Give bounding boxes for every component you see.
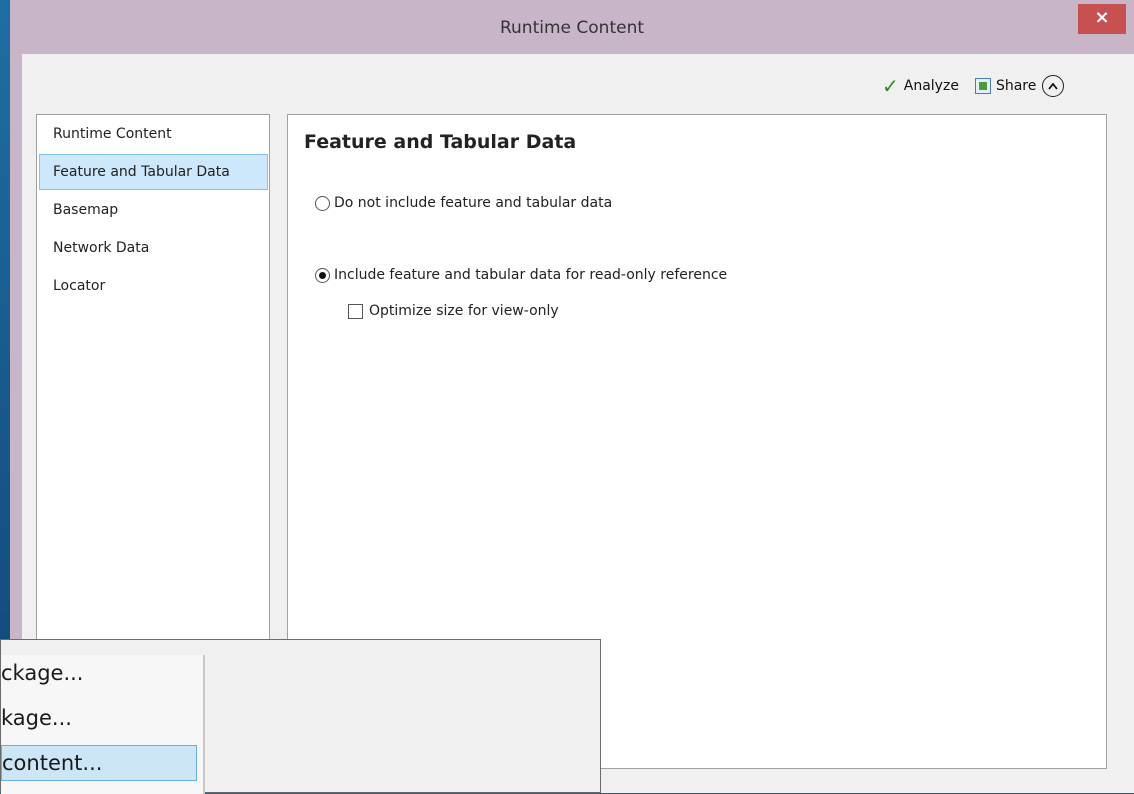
chevron-up-icon xyxy=(1048,82,1059,90)
menu-item-share-package[interactable]: kage... xyxy=(1,700,197,736)
sidebar-item-feature-and-tabular-data[interactable]: Feature and Tabular Data xyxy=(39,154,268,190)
include-data-label: Include feature and tabular data for rea… xyxy=(334,267,728,283)
optimize-size-label: Optimize size for view-only xyxy=(369,303,559,319)
checkmark-icon: ✓ xyxy=(882,74,899,98)
page-title: Feature and Tabular Data xyxy=(304,131,577,153)
share-label: Share xyxy=(995,78,1037,94)
menu-item-create-package[interactable]: ckage... xyxy=(1,655,197,691)
analyze-label: Analyze xyxy=(903,78,959,94)
exclude-data-radio[interactable] xyxy=(315,195,330,211)
collapse-button[interactable] xyxy=(1042,75,1065,97)
exclude-data-label: Do not include feature and tabular data xyxy=(334,195,613,211)
include-data-option[interactable]: Include feature and tabular data for rea… xyxy=(315,267,727,283)
toolbar: ✓ Analyze Share xyxy=(882,73,1065,99)
sidebar-item-basemap[interactable]: Basemap xyxy=(39,192,268,228)
sidebar-item-network-data[interactable]: Network Data xyxy=(39,230,268,266)
context-menu: ckage... kage... content... xyxy=(0,639,601,794)
optimize-size-option[interactable]: Optimize size for view-only xyxy=(348,303,559,319)
window-title: Runtime Content xyxy=(499,18,645,38)
title-bar[interactable]: Runtime Content × xyxy=(10,0,1134,54)
sidebar-item-runtime-content[interactable]: Runtime Content xyxy=(39,116,268,152)
exclude-data-option[interactable]: Do not include feature and tabular data xyxy=(315,195,612,211)
menu-column: ckage... kage... content... xyxy=(1,655,205,794)
share-icon xyxy=(974,78,991,94)
include-data-radio[interactable] xyxy=(315,267,330,283)
menu-item-runtime-content[interactable]: content... xyxy=(1,745,197,781)
analyze-button[interactable]: ✓ Analyze xyxy=(882,74,959,98)
optimize-size-checkbox[interactable] xyxy=(348,303,363,319)
close-button[interactable]: × xyxy=(1078,4,1126,34)
share-button[interactable]: Share xyxy=(974,78,1037,94)
sidebar-item-locator[interactable]: Locator xyxy=(39,268,268,304)
